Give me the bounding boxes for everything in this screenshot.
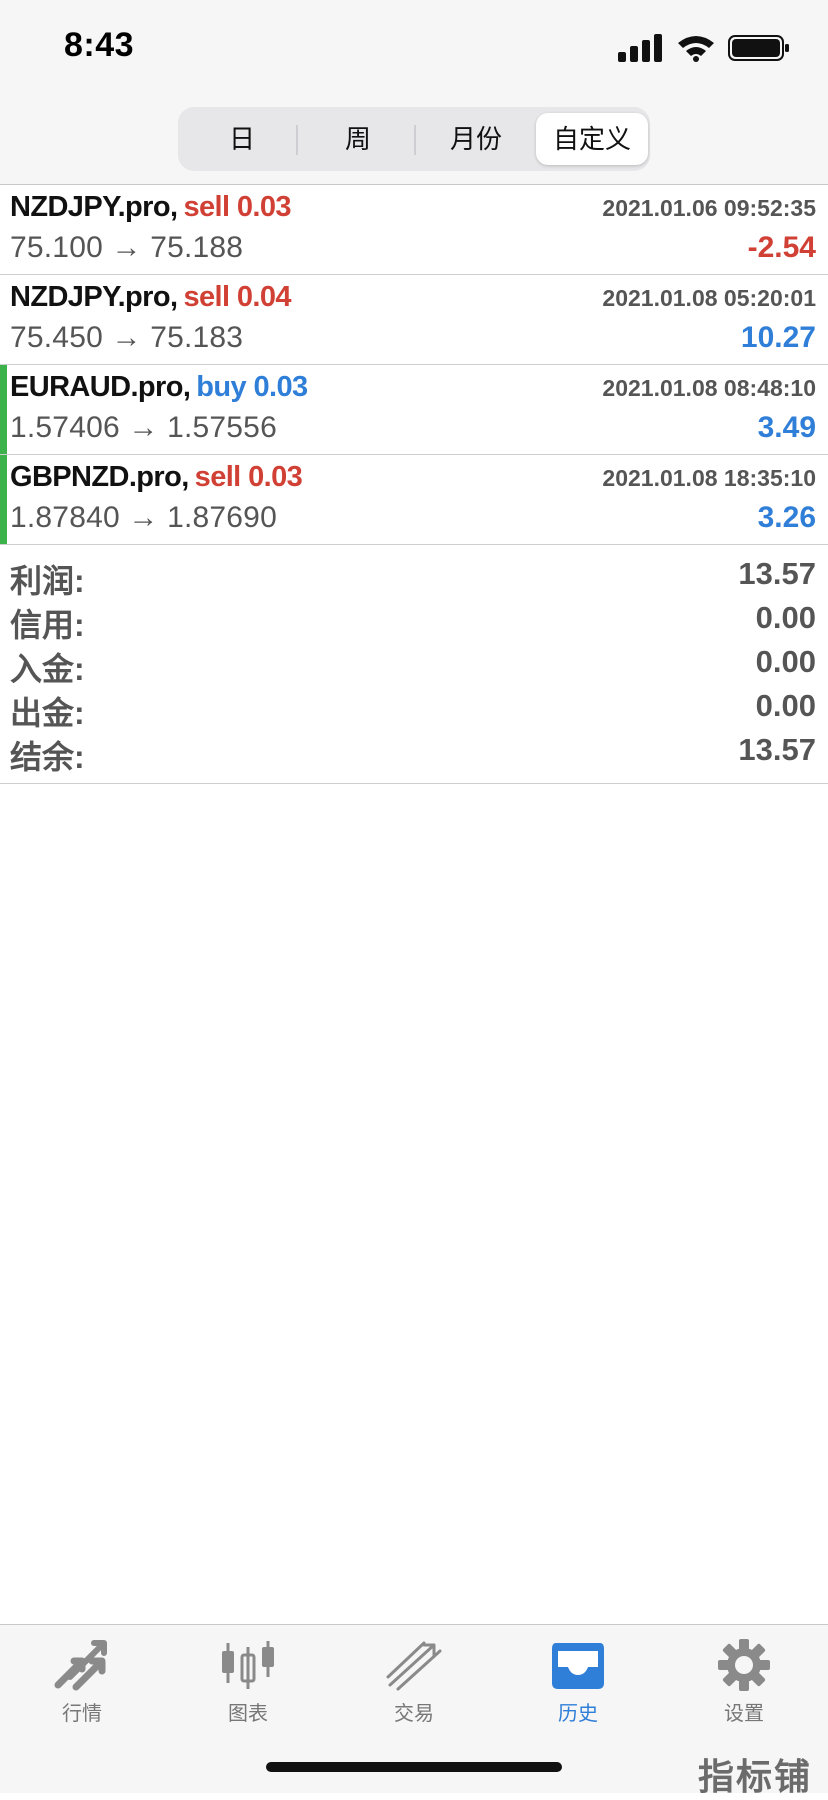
trade-prices: 75.100 → 75.188 — [10, 231, 244, 264]
trade-action: sell 0.03 — [183, 191, 291, 223]
trade-time: 2021.01.08 05:20:01 — [602, 285, 816, 311]
trade-action: buy 0.03 — [196, 371, 308, 403]
summary-value: 0.00 — [755, 644, 816, 679]
trade-symbol: GBPNZD.pro, sell 0.03 — [10, 461, 303, 493]
period-segmented-control: 日 周 月份 自定义 — [178, 107, 650, 171]
summary-value: 0.00 — [755, 600, 816, 635]
status-icons — [618, 34, 798, 64]
trade-marker — [0, 455, 7, 544]
trade-time: 2021.01.08 08:48:10 — [602, 375, 816, 401]
watermark: 指标铺 — [697, 1756, 812, 1797]
summary-row-deposit: 入金: 0.00 — [0, 640, 828, 687]
trade-profit: 3.26 — [757, 501, 816, 534]
home-indicator[interactable] — [266, 1762, 562, 1772]
segment-month[interactable]: 月份 — [420, 113, 532, 165]
trade-profit: 10.27 — [740, 321, 816, 354]
quotes-icon — [54, 1640, 107, 1691]
summary-row-balance: 结余: 13.57 — [0, 728, 828, 775]
summary-value: 13.57 — [738, 556, 816, 591]
segment-divider — [296, 125, 298, 155]
trade-row[interactable]: GBPNZD.pro, sell 0.03 2021.01.08 18:35:10… — [0, 455, 828, 545]
segment-week[interactable]: 周 — [302, 113, 414, 165]
header-area: 8:43 日 周 月份 自定义 — [0, 0, 828, 184]
tab-label: 历史 — [558, 1703, 598, 1725]
trade-symbol: NZDJPY.pro, sell 0.03 — [10, 191, 292, 223]
trade-marker — [0, 365, 7, 454]
summary-row-withdrawal: 出金: 0.00 — [0, 684, 828, 731]
history-icon — [552, 1643, 604, 1689]
summary-row-credit: 信用: 0.00 — [0, 596, 828, 643]
tab-settings[interactable]: 设置 — [684, 1637, 804, 1737]
summary-label: 结余: — [10, 739, 85, 775]
trade-symbol: EURAUD.pro, buy 0.03 — [10, 371, 308, 403]
trade-prices: 1.87840 → 1.87690 — [10, 501, 277, 534]
trade-time: 2021.01.06 09:52:35 — [602, 195, 816, 221]
cellular-signal-icon — [618, 34, 662, 62]
summary-value: 0.00 — [755, 688, 816, 723]
summary-value: 13.57 — [738, 732, 816, 767]
battery-icon — [728, 35, 789, 61]
trade-row[interactable]: NZDJPY.pro, sell 0.03 2021.01.06 09:52:35… — [0, 185, 828, 275]
tab-label: 设置 — [724, 1703, 764, 1725]
tab-quotes[interactable]: 行情 — [22, 1637, 142, 1737]
trade-time: 2021.01.08 18:35:10 — [602, 465, 816, 491]
segment-custom[interactable]: 自定义 — [536, 113, 648, 165]
trade-icon — [386, 1641, 442, 1691]
settings-icon — [718, 1639, 770, 1691]
trade-row[interactable]: EURAUD.pro, buy 0.03 2021.01.08 08:48:10 … — [0, 365, 828, 455]
chart-icon — [222, 1641, 274, 1689]
trade-prices: 75.450 → 75.183 — [10, 321, 244, 354]
tab-history[interactable]: 历史 — [518, 1637, 638, 1737]
tab-label: 图表 — [228, 1703, 268, 1725]
tab-chart[interactable]: 图表 — [188, 1637, 308, 1737]
segment-day[interactable]: 日 — [186, 113, 298, 165]
trade-profit: -2.54 — [747, 231, 816, 264]
tab-label: 交易 — [394, 1703, 434, 1725]
status-time: 8:43 — [64, 26, 135, 64]
segment-divider — [414, 125, 416, 155]
trade-prices: 1.57406 → 1.57556 — [10, 411, 277, 444]
trade-action: sell 0.03 — [194, 461, 303, 493]
summary-section: 利润: 13.57 信用: 0.00 入金: 0.00 出金: 0.00 结余:… — [0, 552, 828, 775]
tab-label: 行情 — [62, 1703, 102, 1725]
trade-profit: 3.49 — [757, 411, 816, 444]
wifi-icon — [678, 36, 714, 62]
trade-action: sell 0.04 — [183, 281, 291, 313]
trade-row[interactable]: NZDJPY.pro, sell 0.04 2021.01.08 05:20:01… — [0, 275, 828, 365]
trade-symbol: NZDJPY.pro, sell 0.04 — [10, 281, 292, 313]
tab-trade[interactable]: 交易 — [354, 1637, 474, 1737]
summary-divider — [0, 783, 828, 784]
summary-row-profit: 利润: 13.57 — [0, 552, 828, 599]
